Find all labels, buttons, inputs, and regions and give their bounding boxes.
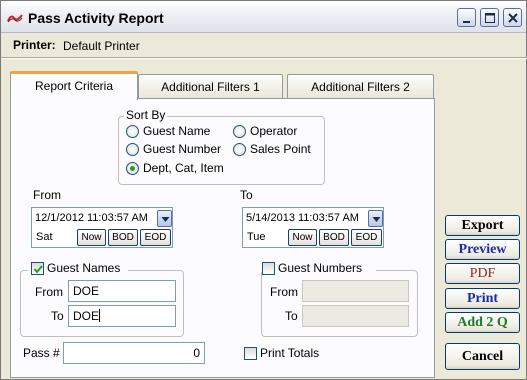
title-bar[interactable]: Pass Activity Report [1,1,526,33]
text-cursor [99,309,101,322]
guest-numbers-checkbox[interactable] [262,262,275,275]
guest-names-from-input[interactable]: DOE [68,280,176,302]
export-button[interactable]: Export [445,215,520,236]
pass-activity-report-window: Pass Activity Report Printer: Default Pr… [0,0,527,380]
guest-names-checkbox[interactable] [31,262,44,275]
close-icon [508,13,518,23]
from-datetime-value[interactable]: 12/1/2012 11:03:57 AM [35,212,148,224]
sort-operator-label: Operator [250,124,298,138]
cancel-button[interactable]: Cancel [445,343,520,370]
from-eod-button[interactable]: EOD [140,229,171,246]
tab-report-criteria[interactable]: Report Criteria [10,71,138,100]
sort-operator-radio[interactable] [233,125,246,138]
to-datetime-value[interactable]: 5/14/2013 11:03:57 AM [246,212,359,224]
maximize-icon [485,13,495,23]
sort-sales-point-label: Sales Point [250,142,311,156]
to-date-label: To [240,188,253,202]
to-eod-button[interactable]: EOD [351,229,382,246]
from-dropdown-button[interactable] [157,210,172,227]
sort-guest-name-label: Guest Name [143,124,211,138]
to-day-label: Tue [247,231,266,243]
report-criteria-panel: Sort By Guest Name Operator Guest Number… [10,98,435,378]
guest-numbers-to-input[interactable] [302,305,409,327]
pass-number-input[interactable]: 0 [63,342,205,364]
to-datetime-picker[interactable]: 5/14/2013 11:03:57 AM Tue Now BOD EOD [242,207,384,248]
guest-numbers-to-label: To [285,309,298,323]
from-date-label: From [33,188,61,202]
to-now-button[interactable]: Now [288,229,317,246]
add-to-queue-button[interactable]: Add 2 Q [445,312,520,333]
from-day-label: Sat [36,231,53,243]
window-title: Pass Activity Report [28,10,164,26]
minimize-icon [463,21,470,23]
print-totals-checkbox[interactable] [244,347,257,360]
chevron-down-icon [372,217,381,222]
sort-guest-number-radio[interactable] [126,143,139,156]
to-dropdown-button[interactable] [368,210,383,227]
header-divider [1,57,527,59]
guest-names-to-value: DOE [73,309,100,323]
app-logo-icon [7,12,23,23]
sort-sales-point-radio[interactable] [233,143,246,156]
sort-by-label: Sort By [124,108,168,122]
preview-button[interactable]: Preview [445,239,520,260]
pdf-button[interactable]: PDF [445,263,520,284]
sort-guest-number-label: Guest Number [143,142,222,156]
guest-numbers-from-input[interactable] [302,280,409,302]
guest-names-label: Guest Names [47,261,121,275]
close-button[interactable] [503,8,522,27]
printer-label: Printer: [13,38,56,52]
from-bod-button[interactable]: BOD [108,229,138,246]
from-now-button[interactable]: Now [77,229,106,246]
print-button[interactable]: Print [445,288,520,309]
pass-number-label: Pass # [23,346,60,360]
sort-dept-cat-item-label: Dept, Cat, Item [143,161,224,175]
sort-dept-cat-item-radio[interactable] [126,162,139,175]
chevron-down-icon [161,217,170,222]
guest-numbers-from-label: From [270,285,298,299]
guest-names-to-input[interactable]: DOE [68,305,176,327]
printer-value[interactable]: Default Printer [63,39,140,53]
maximize-button[interactable] [480,8,499,27]
to-bod-button[interactable]: BOD [319,229,349,246]
from-datetime-picker[interactable]: 12/1/2012 11:03:57 AM Sat Now BOD EOD [31,207,173,248]
sort-guest-name-radio[interactable] [126,125,139,138]
tab-additional-filters-1[interactable]: Additional Filters 1 [138,74,283,99]
print-totals-label: Print Totals [260,346,320,360]
tab-additional-filters-2[interactable]: Additional Filters 2 [287,74,434,99]
checkmark-icon [33,265,43,274]
minimize-button[interactable] [457,8,476,27]
guest-names-to-label: To [51,309,64,323]
guest-numbers-label: Guest Numbers [278,261,363,275]
guest-names-from-label: From [35,285,63,299]
